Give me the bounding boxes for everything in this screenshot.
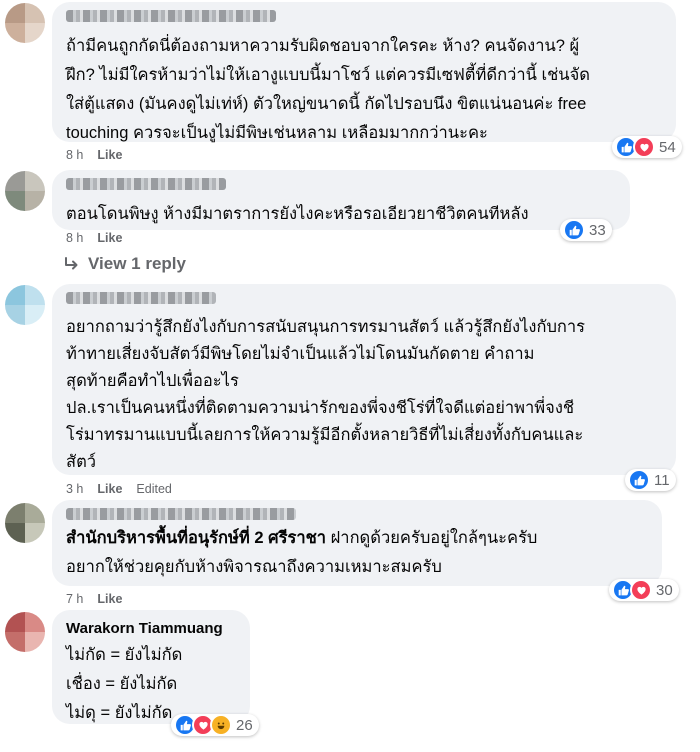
love-reaction-icon [630, 579, 652, 601]
comment-text: อยากถามว่ารู้สึกยังไงกับการสนับสนุนการทร… [66, 318, 586, 471]
like-reaction-icon [563, 219, 585, 241]
timestamp[interactable]: 7 h [66, 592, 83, 606]
edited-label: Edited [136, 482, 172, 496]
timestamp[interactable]: 8 h [66, 231, 83, 245]
reaction-summary[interactable]: 26 [171, 714, 259, 736]
like-button[interactable]: Like [97, 592, 122, 606]
reaction-count: 33 [589, 221, 606, 239]
comment-meta: 3 h Like Edited [66, 482, 172, 496]
reaction-summary[interactable]: 11 [625, 469, 676, 491]
reaction-count: 54 [659, 138, 676, 156]
reaction-count: 30 [656, 581, 673, 599]
avatar[interactable] [5, 3, 45, 43]
comment-bubble: ตอนโดนพิษงู ห้างมีมาตราการยังไงคะหรือรอเ… [52, 170, 630, 230]
like-button[interactable]: Like [97, 231, 122, 245]
haha-reaction-icon [210, 714, 232, 736]
blurred-author-name[interactable] [66, 292, 216, 304]
comment-meta: 8 h Like [66, 231, 122, 245]
view-replies-label: View 1 reply [88, 254, 186, 273]
blurred-author-name[interactable] [66, 10, 276, 22]
comment-bubble: ถ้ามีคนถูกกัดนี่ต้องถามหาความรับผิดชอบจา… [52, 2, 676, 142]
comment-bubble: สำนักบริหารพื้นที่อนุรักษ์ที่ 2 ศรีราชา … [52, 500, 662, 586]
avatar[interactable] [5, 503, 45, 543]
reaction-summary[interactable]: 30 [609, 579, 679, 601]
reaction-count: 11 [654, 471, 670, 489]
comment-text: ถ้ามีคนถูกกัดนี่ต้องถามหาความรับผิดชอบจา… [66, 37, 590, 142]
reaction-summary[interactable]: 33 [560, 219, 612, 241]
like-button[interactable]: Like [97, 482, 122, 496]
reaction-summary[interactable]: 54 [612, 136, 682, 158]
view-replies-link[interactable]: View 1 reply [64, 254, 186, 274]
love-reaction-icon [633, 136, 655, 158]
like-button[interactable]: Like [97, 148, 122, 162]
blurred-author-name[interactable] [66, 508, 296, 520]
comment-text: สำนักบริหารพื้นที่อนุรักษ์ที่ 2 ศรีราชา … [66, 524, 648, 582]
reaction-count: 26 [236, 716, 253, 734]
avatar[interactable] [5, 612, 45, 652]
comment-bubble: Warakorn Tiammuang ไม่กัด = ยังไม่กัด เช… [52, 610, 250, 724]
comment-bubble: อยากถามว่ารู้สึกยังไงกับการสนับสนุนการทร… [52, 284, 676, 475]
avatar[interactable] [5, 285, 45, 325]
author-name[interactable]: Warakorn Tiammuang [66, 619, 236, 639]
comment-text: ตอนโดนพิษงู ห้างมีมาตราการยังไงคะหรือรอเ… [66, 205, 529, 223]
avatar[interactable] [5, 171, 45, 211]
reply-arrow-icon [65, 257, 78, 270]
comment-meta: 8 h Like [66, 148, 122, 162]
like-reaction-icon [628, 469, 650, 491]
comment-meta: 7 h Like [66, 592, 122, 606]
timestamp[interactable]: 8 h [66, 148, 83, 162]
blurred-author-name[interactable] [66, 178, 226, 190]
timestamp[interactable]: 3 h [66, 482, 83, 496]
tagged-page-link[interactable]: สำนักบริหารพื้นที่อนุรักษ์ที่ 2 ศรีราชา [66, 529, 326, 547]
